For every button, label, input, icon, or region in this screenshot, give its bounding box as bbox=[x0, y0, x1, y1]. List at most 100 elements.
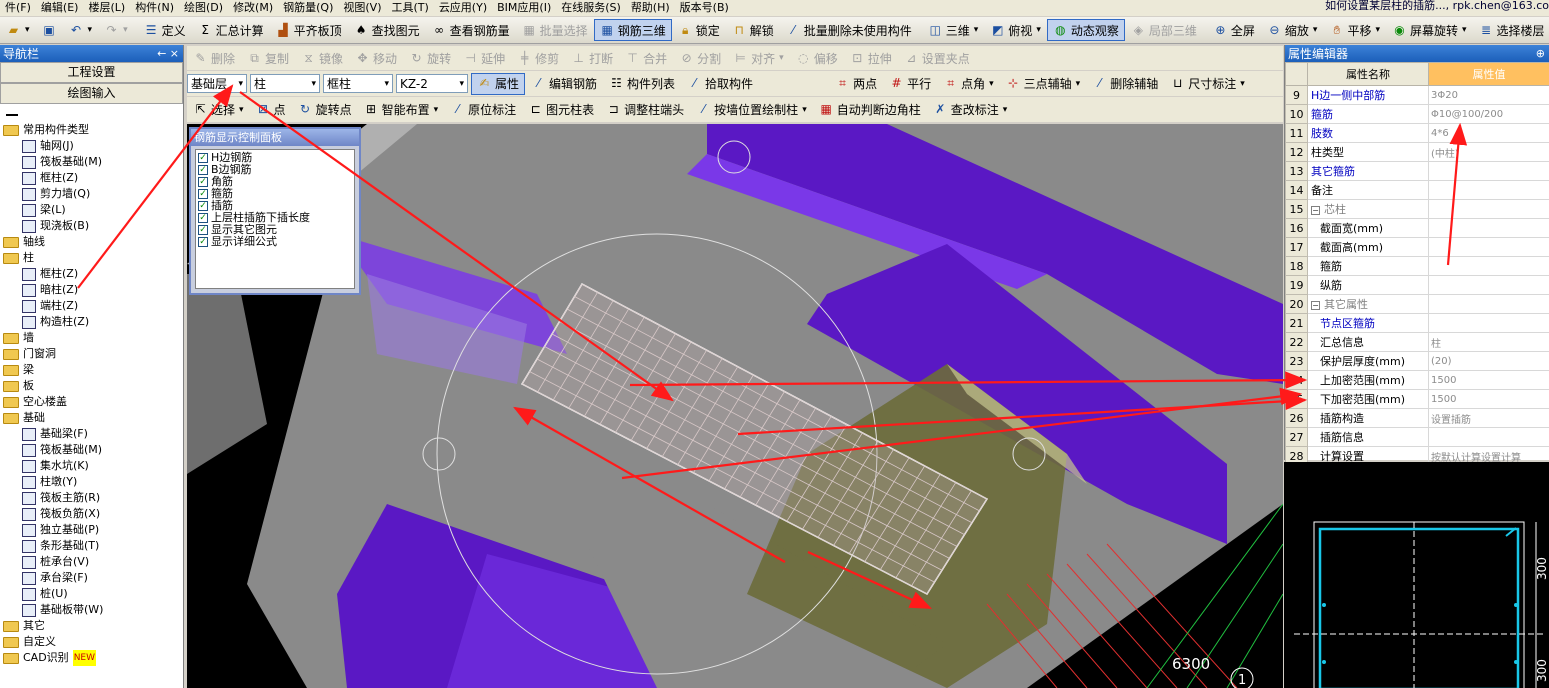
offset-button[interactable]: ◌ 偏移 bbox=[790, 47, 844, 69]
tree-item[interactable]: 框柱(Z) bbox=[0, 170, 183, 186]
align-button[interactable]: ⊨ 对齐 ▾ bbox=[727, 47, 790, 69]
stretch-button[interactable]: ⊡ 拉伸 bbox=[844, 47, 898, 69]
property-value[interactable]: 设置插筋 bbox=[1428, 408, 1549, 428]
top-view-button[interactable]: ◩ 俯视 ▾ bbox=[984, 19, 1047, 41]
menu-version[interactable]: 版本号(B) bbox=[675, 0, 734, 16]
zoom-button[interactable]: ⊖ 缩放 ▾ bbox=[1261, 19, 1324, 41]
tree-item[interactable]: 筏板主筋(R) bbox=[0, 490, 183, 506]
three-point-axis-button[interactable]: ⊹ 三点辅轴 ▾ bbox=[1000, 73, 1087, 95]
trim-button[interactable]: ╪ 修剪 bbox=[511, 47, 565, 69]
menu-view[interactable]: 视图(V) bbox=[338, 0, 386, 16]
property-row[interactable]: 11 肢数 4*6 bbox=[1285, 123, 1549, 143]
dynamic-orbit-button[interactable]: ◍ 动态观察 bbox=[1046, 19, 1125, 41]
property-row[interactable]: 16 截面宽(mm) bbox=[1285, 218, 1549, 238]
tree-folder[interactable]: 梁 bbox=[0, 362, 183, 378]
menu-edit[interactable]: 编辑(E) bbox=[36, 0, 84, 16]
property-row[interactable]: 18 箍筋 bbox=[1285, 256, 1549, 276]
property-value[interactable] bbox=[1428, 218, 1549, 238]
tree-folder[interactable]: 板 bbox=[0, 378, 183, 394]
batch-select-button[interactable]: ▦ 批量选择 bbox=[516, 19, 594, 41]
property-value[interactable]: (中柱) bbox=[1428, 142, 1549, 162]
property-row[interactable]: 15− 芯柱 bbox=[1285, 199, 1549, 219]
column-section-view[interactable]: 300 300 bbox=[1284, 462, 1549, 688]
menu-online[interactable]: 在线服务(S) bbox=[556, 0, 626, 16]
split-button[interactable]: ⊘ 分割 bbox=[673, 47, 727, 69]
point-button[interactable]: ⊠ 点 bbox=[250, 99, 292, 121]
tree-item[interactable]: 承台梁(F) bbox=[0, 570, 183, 586]
property-value[interactable] bbox=[1428, 256, 1549, 276]
property-value[interactable]: 柱 bbox=[1428, 332, 1549, 352]
two-point-axis-button[interactable]: ⌗ 两点 bbox=[829, 73, 883, 95]
tree-item[interactable]: 暗柱(Z) bbox=[0, 282, 183, 298]
check-label-button[interactable]: ✗ 查改标注 ▾ bbox=[927, 99, 1014, 121]
redo-button[interactable]: ↷ ▾ bbox=[98, 19, 134, 41]
tree-item[interactable]: 基础板带(W) bbox=[0, 602, 183, 618]
rebar-3d-button[interactable]: ▦ 钢筋三维 bbox=[593, 19, 672, 41]
property-row[interactable]: 17 截面高(mm) bbox=[1285, 237, 1549, 257]
tree-item[interactable]: 轴网(J) bbox=[0, 138, 183, 154]
flat-top-button[interactable]: ▟ 平齐板顶 bbox=[270, 19, 348, 41]
tree-item[interactable]: 框柱(Z) bbox=[0, 266, 183, 282]
adjust-end-button[interactable]: ⊐ 调整柱端头 bbox=[600, 99, 690, 121]
property-row[interactable]: 14 备注 bbox=[1285, 180, 1549, 200]
auto-corner-button[interactable]: ▦ 自动判断边角柱 bbox=[813, 99, 927, 121]
property-value[interactable] bbox=[1428, 313, 1549, 333]
tree-item[interactable]: 柱墩(Y) bbox=[0, 474, 183, 490]
tree-item[interactable]: 基础梁(F) bbox=[0, 426, 183, 442]
property-value[interactable]: (20) bbox=[1428, 351, 1549, 371]
floor-select[interactable]: 基础层 ▾ bbox=[187, 74, 247, 93]
merge-button[interactable]: ⊤ 合并 bbox=[619, 47, 673, 69]
parallel-axis-button[interactable]: # 平行 bbox=[883, 73, 937, 95]
property-value[interactable] bbox=[1428, 180, 1549, 200]
tree-item[interactable]: 筏板基础(M) bbox=[0, 154, 183, 170]
property-row[interactable]: 23 保护层厚度(mm) (20) bbox=[1285, 351, 1549, 371]
menu-bim[interactable]: BIM应用(I) bbox=[492, 0, 556, 16]
select-floor-button[interactable]: ≣ 选择楼层 bbox=[1473, 19, 1549, 41]
tree-folder[interactable]: 轴线 bbox=[0, 234, 183, 250]
tree-item[interactable]: 桩承台(V) bbox=[0, 554, 183, 570]
property-row[interactable]: 10 箍筋 Φ10@100/200 bbox=[1285, 104, 1549, 124]
tree-item[interactable]: 剪力墙(Q) bbox=[0, 186, 183, 202]
view-3d-button[interactable]: ◫ 三维 ▾ bbox=[922, 19, 985, 41]
menu-component[interactable]: 构件(N) bbox=[130, 0, 179, 16]
property-row[interactable]: 9 H边一侧中部筋 3Φ20 bbox=[1285, 85, 1549, 105]
tree-item[interactable]: 梁(L) bbox=[0, 202, 183, 218]
undo-button[interactable]: ↶ ▾ bbox=[63, 19, 99, 41]
point-angle-button[interactable]: ⌗ 点角 ▾ bbox=[937, 73, 1000, 95]
rotate-button[interactable]: ↻ 旋转 bbox=[403, 47, 457, 69]
tree-folder[interactable]: 柱 bbox=[0, 250, 183, 266]
nav-pin-close[interactable]: ← × bbox=[157, 47, 183, 60]
move-button[interactable]: ✥ 移动 bbox=[349, 47, 403, 69]
tree-folder[interactable]: 空心楼盖 bbox=[0, 394, 183, 410]
screen-rotate-button[interactable]: ◉ 屏幕旋转 ▾ bbox=[1386, 19, 1473, 41]
tree-folder[interactable]: CAD识别 NEW bbox=[0, 650, 183, 666]
break-button[interactable]: ⊥ 打断 bbox=[565, 47, 619, 69]
property-row[interactable]: 27 插筋信息 bbox=[1285, 427, 1549, 447]
property-value[interactable]: 1500 bbox=[1428, 370, 1549, 390]
tree-item[interactable]: 构造柱(Z) bbox=[0, 314, 183, 330]
property-row[interactable]: 19 纵筋 bbox=[1285, 275, 1549, 295]
tree-item[interactable]: 集水坑(K) bbox=[0, 458, 183, 474]
tree-item[interactable]: 筏板基础(M) bbox=[0, 442, 183, 458]
select-button[interactable]: ⇱ 选择 ▾ bbox=[187, 99, 250, 121]
copy-button[interactable]: ⧉ 复制 bbox=[241, 47, 295, 69]
property-value[interactable]: 1500 bbox=[1428, 389, 1549, 409]
extend-button[interactable]: ⊣ 延伸 bbox=[457, 47, 511, 69]
property-value[interactable] bbox=[1428, 237, 1549, 257]
view-rebar-qty-button[interactable]: ∞ 查看钢筋量 bbox=[426, 19, 516, 41]
property-value[interactable] bbox=[1428, 275, 1549, 295]
open-button[interactable]: ▰ ▾ bbox=[0, 19, 36, 41]
fullscreen-button[interactable]: ⊕ 全屏 bbox=[1207, 19, 1261, 41]
subtype-select[interactable]: 框柱 ▾ bbox=[323, 74, 393, 93]
delete-button[interactable]: ✎ 删除 bbox=[187, 47, 241, 69]
collapse-icon[interactable]: − bbox=[1311, 206, 1320, 215]
lock-button[interactable]: 🔒︎ 锁定 bbox=[672, 19, 726, 41]
tree-item[interactable]: 端柱(Z) bbox=[0, 298, 183, 314]
tree-item[interactable]: 条形基础(T) bbox=[0, 538, 183, 554]
property-value[interactable] bbox=[1428, 427, 1549, 447]
pick-component-button[interactable]: ⁄ 拾取构件 bbox=[681, 73, 759, 95]
property-row[interactable]: 21 节点区箍筋 bbox=[1285, 313, 1549, 333]
unlock-button[interactable]: ⊓ 解锁 bbox=[726, 19, 780, 41]
menu-modify[interactable]: 修改(M) bbox=[228, 0, 278, 16]
property-row[interactable]: 24 上加密范围(mm) 1500 bbox=[1285, 370, 1549, 390]
